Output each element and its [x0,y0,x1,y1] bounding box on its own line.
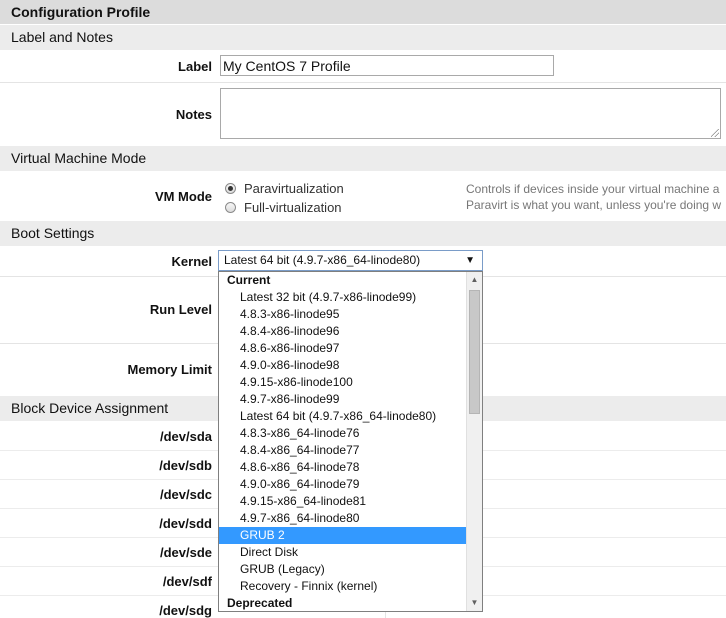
block-device-label: /dev/sdd [159,516,212,531]
block-device-label: /dev/sdc [159,487,212,502]
dropdown-option[interactable]: GRUB (Legacy) [219,561,467,578]
radio-label-full-virtualization: Full-virtualization [244,200,342,215]
kernel-select[interactable]: Latest 64 bit (4.9.7-x86_64-linode80) ▼ [218,250,483,271]
dropdown-option[interactable]: 4.8.4-x86-linode96 [219,323,467,340]
scroll-down-icon[interactable]: ▼ [467,595,482,611]
block-device-label: /dev/sde [159,545,212,560]
memory-limit-label: Memory Limit [127,362,212,377]
label-input[interactable] [220,55,554,76]
scroll-up-icon[interactable]: ▲ [467,272,482,288]
section-boot-settings: Boot Settings [0,221,726,246]
kernel-select-value: Latest 64 bit (4.9.7-x86_64-linode80) [224,253,421,267]
notes-field-label: Notes [175,107,212,122]
chevron-down-icon[interactable]: ▼ [465,251,475,270]
dropdown-option[interactable]: 4.9.0-x86-linode98 [219,357,467,374]
dropdown-scrollbar[interactable]: ▲ ▼ [466,272,482,611]
dropdown-option[interactable]: 4.9.15-x86_64-linode81 [219,493,467,510]
dropdown-option[interactable]: 4.8.6-x86-linode97 [219,340,467,357]
block-device-label: /dev/sdg [159,603,212,618]
dropdown-option[interactable]: Direct Disk [219,544,467,561]
dropdown-option[interactable]: Latest 32 bit (4.9.7-x86-linode99) [219,289,467,306]
label-field-label: Label [178,59,212,74]
dropdown-option[interactable]: 4.9.7-x86-linode99 [219,391,467,408]
radio-checked-icon[interactable] [225,183,236,194]
dropdown-option[interactable]: Recovery - Finnix (kernel) [219,578,467,595]
dropdown-option-highlighted[interactable]: GRUB 2 [219,527,467,544]
notes-textarea[interactable] [220,88,721,139]
dropdown-option[interactable]: 4.9.15-x86-linode100 [219,374,467,391]
block-device-label: /dev/sda [159,429,212,444]
dropdown-option[interactable]: 4.8.3-x86_64-linode76 [219,425,467,442]
section-label-notes: Label and Notes [0,25,726,50]
radio-unchecked-icon[interactable] [225,202,236,213]
dropdown-option[interactable]: Latest 64 bit (4.9.7-x86_64-linode80) [219,408,467,425]
section-vm-mode: Virtual Machine Mode [0,146,726,171]
divider [0,82,726,83]
dropdown-option[interactable]: 4.8.3-x86-linode95 [219,306,467,323]
kernel-dropdown-list[interactable]: Current Latest 32 bit (4.9.7-x86-linode9… [218,271,483,612]
dropdown-option[interactable]: 4.8.6-x86_64-linode78 [219,459,467,476]
dropdown-group-current: Current [227,273,271,287]
resize-grip-icon[interactable] [711,129,719,137]
dropdown-option[interactable]: 4.8.4-x86_64-linode77 [219,442,467,459]
scroll-thumb[interactable] [469,290,480,414]
vm-mode-help-line-2: Paravirt is what you want, unless you're… [466,198,722,212]
dropdown-group-deprecated: Deprecated [227,596,293,610]
block-device-label: /dev/sdf [162,574,212,589]
vm-mode-help-line-1: Controls if devices inside your virtual … [466,182,720,196]
run-level-label: Run Level [149,302,212,317]
block-device-label: /dev/sdb [159,458,212,473]
vm-mode-label: VM Mode [154,189,212,204]
dropdown-option[interactable]: 4.9.7-x86_64-linode80 [219,510,467,527]
page-title: Configuration Profile [0,0,726,24]
dropdown-option[interactable]: 4.9.0-x86_64-linode79 [219,476,467,493]
kernel-label: Kernel [171,254,212,269]
radio-label-paravirtualization: Paravirtualization [244,181,344,196]
